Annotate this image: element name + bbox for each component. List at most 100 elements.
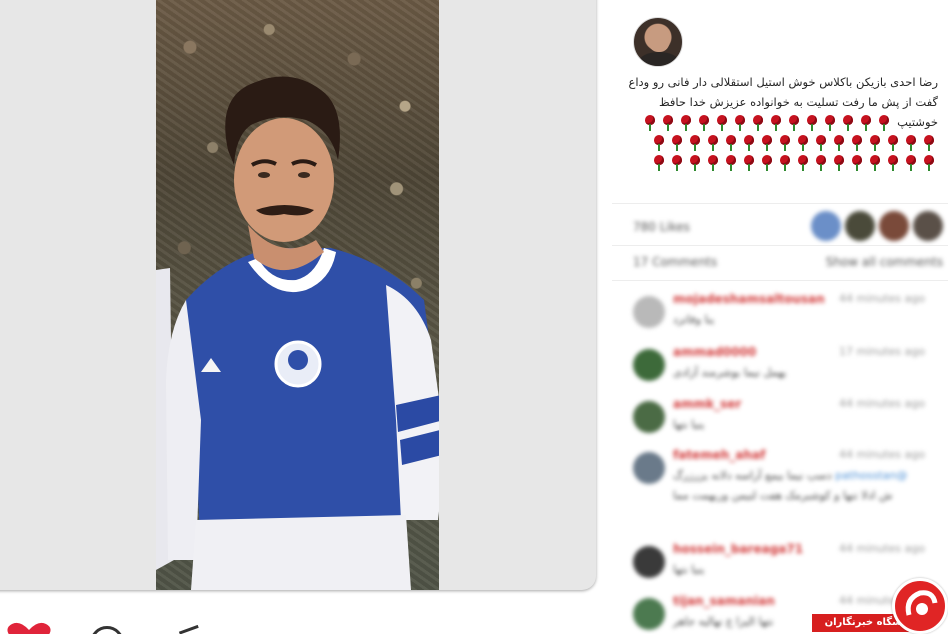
comment-username[interactable]: tijan_samanian [673,594,775,608]
rose-icon [668,154,686,172]
rose-icon [650,134,668,152]
player-illustration [156,76,439,590]
divider [612,245,948,246]
rose-icon [839,114,857,132]
rose-icon [686,154,704,172]
rose-icon [866,134,884,152]
author-avatar[interactable] [633,17,683,67]
show-all-comments-link[interactable]: Show all comments [826,255,943,269]
rose-icon [794,154,812,172]
rose-icon [740,154,758,172]
comment-icon[interactable] [90,626,124,634]
caption-line-3: خوشتیپ [897,115,938,129]
comment-text: ینیا نتها [673,418,705,431]
comment-username[interactable]: hossein_bareaga71 [673,542,803,556]
rose-icon [803,114,821,132]
watermark-emblem [892,578,948,634]
rose-icon [659,114,677,132]
heart-icon[interactable] [6,622,52,634]
liker-avatars [811,211,943,241]
caption-line-2: گفت از پش ما رفت تسلیت به خوانواده عزیزش… [658,95,938,109]
comment-text: نتها الیزا ع نهالیه جاهر [673,615,774,628]
share-icon[interactable] [178,624,202,634]
rose-icon [713,114,731,132]
avatar[interactable] [913,211,943,241]
rose-icon [848,134,866,152]
comment-time: 44 minutes ago [839,292,925,305]
rose-icon [794,134,812,152]
rose-icon [641,114,659,132]
post-photo[interactable] [156,0,439,590]
post-caption: رضا احدی بازیکن باکلاس خوش استیل استقلال… [628,72,939,172]
avatar[interactable] [633,452,665,484]
rose-icon [902,134,920,152]
caption-line-1: رضا احدی بازیکن باکلاس خوش استیل استقلال… [628,75,939,89]
avatar[interactable] [845,211,875,241]
comment-time: 44 minutes ago [839,542,925,555]
comment-username[interactable]: mojadeshamsaltousan [673,292,825,306]
avatar[interactable] [633,598,665,630]
rose-icon [812,154,830,172]
rose-emoji-row: خوشتیپ [633,112,938,172]
comment-username[interactable]: ammad0000 [673,345,756,359]
rose-icon [920,154,938,172]
comment-username[interactable]: ammk_ser [673,397,741,411]
rose-icon [776,154,794,172]
rose-icon [668,134,686,152]
rose-icon [830,134,848,152]
comment-text: ینیا نتها [673,563,705,576]
comment-mention[interactable]: @pathosstan [835,469,907,482]
rose-icon [740,134,758,152]
rose-icon [704,154,722,172]
avatar[interactable] [879,211,909,241]
rose-icon [785,114,803,132]
comment-text: @pathosstan دسپ نیما بیمع آراسه دلانه یز… [673,466,913,506]
rose-icon [695,114,713,132]
rose-icon [722,134,740,152]
rose-icon [830,154,848,172]
rose-icon [812,134,830,152]
rose-icon [722,154,740,172]
avatar-head-shape [648,26,670,52]
rose-icon [776,134,794,152]
avatar[interactable] [633,349,665,381]
rose-icon [857,114,875,132]
rose-icon [749,114,767,132]
avatar[interactable] [633,546,665,578]
avatar-shirt-shape [639,52,679,66]
rose-icon [920,134,938,152]
list-item: fatemeh_ahaf 44 minutes ago @pathosstan … [633,448,925,530]
post-media-panel [0,0,596,590]
comment-time: 44 minutes ago [839,397,925,410]
avatar[interactable] [811,211,841,241]
rose-icon [686,134,704,152]
comment-time: 17 minutes ago [839,345,925,358]
comment-time: 44 minutes ago [839,448,925,461]
list-item: mojadeshamsaltousan 44 minutes ago ینا و… [633,292,925,336]
avatar[interactable] [633,296,665,328]
rose-icon [821,114,839,132]
rose-icon [884,134,902,152]
divider [612,203,948,204]
rose-icon [650,154,668,172]
comment-username[interactable]: fatemeh_ahaf [673,448,765,462]
comments-header: 17 Comments Show all comments [633,252,943,274]
avatar[interactable] [633,401,665,433]
rose-icon [758,134,776,152]
list-item: ammad0000 17 minutes ago یهمل نیما بوشرم… [633,345,925,389]
rose-icon [866,154,884,172]
comment-text: یهمل نیما بوشرمند آزادی [673,366,787,379]
rose-icon [767,114,785,132]
comments-count: 17 Comments [633,255,718,269]
rose-icon [884,154,902,172]
rose-icon [758,154,776,172]
rose-icon [875,114,893,132]
microphone-icon [905,590,938,616]
likes-row[interactable]: 780 Likes [633,211,943,241]
rose-icon [902,154,920,172]
likes-count[interactable]: 780 Likes [633,220,690,234]
comment-text: ینا وفاتزد [673,313,715,326]
rose-icon [848,154,866,172]
list-item: ammk_ser 44 minutes ago ینیا نتها [633,397,925,441]
rose-icon [677,114,695,132]
